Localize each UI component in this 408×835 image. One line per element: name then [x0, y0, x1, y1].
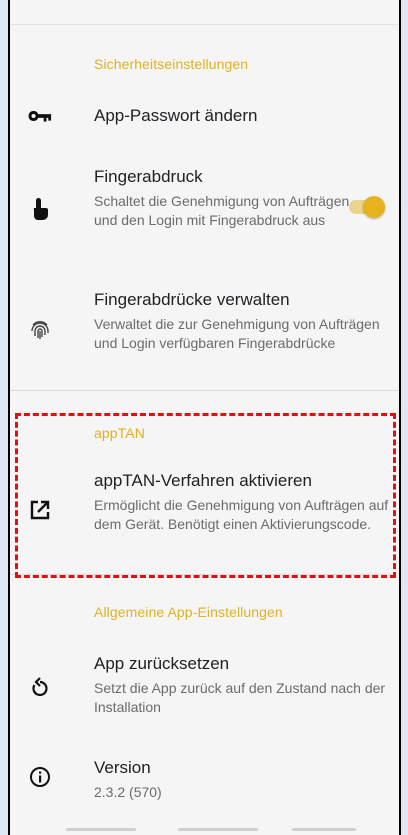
section-header-apptan: appTAN: [94, 425, 145, 441]
section-divider: [10, 574, 399, 575]
nav-bar-segment: [66, 828, 136, 831]
nav-bar-segment: [178, 828, 258, 831]
settings-item-version[interactable]: Version 2.3.2 (570): [10, 746, 399, 808]
section-header-security: Sicherheitseinstellungen: [94, 56, 249, 72]
settings-item-title: appTAN-Verfahren aktivieren: [94, 471, 312, 490]
key-icon: [28, 104, 52, 128]
settings-item-description: Setzt die App zurück auf den Zustand nac…: [94, 680, 386, 715]
settings-item-manage-fingerprints[interactable]: Fingerabdrücke verwalten Verwaltet die z…: [10, 282, 399, 382]
version-value: 2.3.2 (570): [94, 784, 162, 800]
toggle-thumb: [363, 196, 385, 218]
settings-item-description: Schaltet die Genehmigung von Aufträgen u…: [94, 193, 350, 228]
settings-screen: Sicherheitseinstellungen App-Passwort än…: [8, 0, 401, 835]
open-external-icon: [28, 498, 52, 522]
settings-item-title: Fingerabdrücke verwalten: [94, 290, 290, 309]
fingerprint-icon: [28, 318, 52, 342]
touch-icon: [28, 197, 52, 221]
settings-item-title: Fingerabdruck: [94, 167, 203, 186]
nav-bar-segment: [292, 828, 356, 831]
settings-item-change-password[interactable]: App-Passwort ändern: [10, 92, 399, 138]
settings-item-apptan-activate[interactable]: appTAN-Verfahren aktivieren Ermöglicht d…: [10, 462, 399, 562]
top-edge: [10, 0, 399, 25]
settings-item-title: App zurücksetzen: [94, 654, 230, 673]
section-header-general: Allgemeine App-Einstellungen: [94, 604, 283, 620]
reset-icon: [28, 675, 52, 699]
info-icon: [28, 765, 52, 789]
section-divider: [10, 390, 399, 391]
fingerprint-toggle[interactable]: [347, 194, 385, 220]
settings-item-fingerprint[interactable]: Fingerabdruck Schaltet die Genehmigung v…: [10, 160, 399, 260]
settings-item-title: App-Passwort ändern: [94, 106, 258, 125]
settings-item-description: Ermöglicht die Genehmigung von Aufträgen…: [94, 497, 389, 532]
settings-item-title: Version: [94, 758, 151, 777]
settings-item-reset-app[interactable]: App zurücksetzen Setzt die App zurück au…: [10, 642, 399, 724]
settings-item-description: Verwaltet die zur Genehmigung von Aufträ…: [94, 316, 380, 351]
